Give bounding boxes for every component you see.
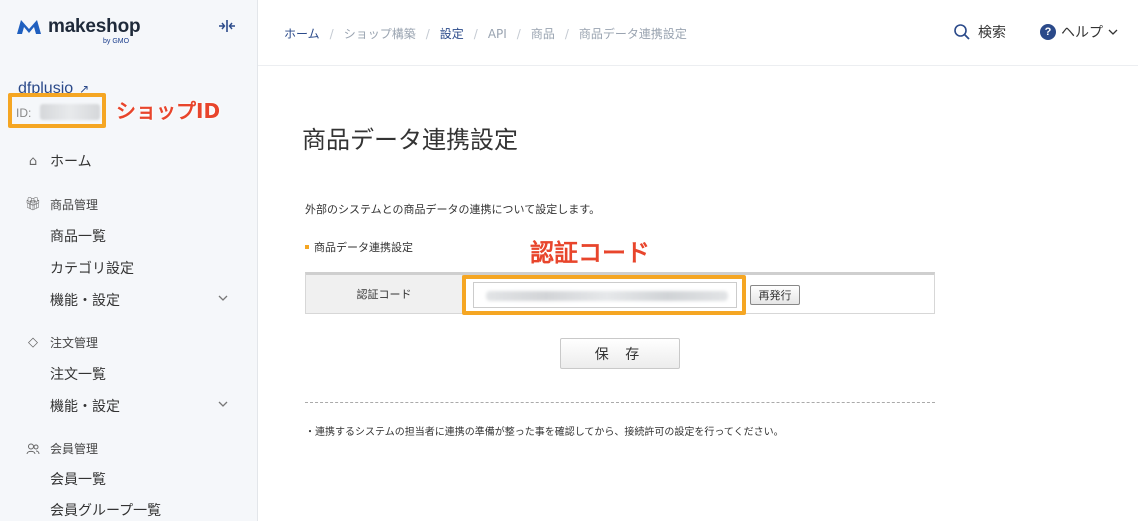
divider bbox=[305, 402, 935, 403]
sidebar-item-category-settings[interactable]: カテゴリ設定 bbox=[50, 258, 134, 278]
chevron-down-icon[interactable] bbox=[218, 399, 228, 409]
home-icon: ⌂ bbox=[28, 153, 38, 169]
sidebar-item-member-group-list[interactable]: 会員グループ一覧 bbox=[50, 500, 161, 520]
shop-name: dfplusio bbox=[18, 80, 74, 93]
auth-code-highlight bbox=[462, 275, 746, 315]
auth-code-annotation: 認証コード bbox=[530, 239, 650, 267]
sidebar-section-orders: ◇ 注文管理 bbox=[26, 334, 98, 351]
shop-id-highlight bbox=[8, 93, 106, 128]
breadcrumb-shop-build: ショップ構築 bbox=[343, 27, 416, 41]
search-label: 検索 bbox=[978, 25, 1006, 41]
sidebar-item-product-features[interactable]: 機能・設定 bbox=[50, 290, 120, 310]
breadcrumb-settings[interactable]: 設定 bbox=[440, 25, 464, 42]
section-heading: 商品データ連携設定 bbox=[305, 239, 413, 255]
sidebar-section-title: 注文管理 bbox=[50, 336, 99, 350]
sidebar: makeshop by GMO dfplusio ↗ ID: ショップID ⌂ ホ… bbox=[0, 0, 258, 521]
sidebar-item-order-list[interactable]: 注文一覧 bbox=[50, 364, 106, 384]
breadcrumb-api: API bbox=[487, 26, 507, 41]
breadcrumb: ホーム / ショップ構築 / 設定 / API / 商品 / 商品データ連携設定 bbox=[284, 25, 687, 42]
brand-sub: by GMO bbox=[103, 38, 130, 45]
breadcrumb-separator: / bbox=[425, 26, 430, 41]
page-title: 商品データ連携設定 bbox=[302, 126, 518, 154]
brand-name: makeshop bbox=[48, 16, 141, 37]
auth-code-label: 認証コード bbox=[306, 275, 463, 313]
sidebar-section-title: 商品管理 bbox=[50, 198, 99, 212]
breadcrumb-separator: / bbox=[473, 26, 478, 41]
setup-note: ・連携するシステムの担当者に連携の準備が整った事を確認してから、接続許可の設定を… bbox=[305, 427, 784, 438]
sidebar-collapse-icon[interactable] bbox=[218, 19, 236, 33]
brand-logo[interactable]: makeshop bbox=[16, 16, 141, 38]
search-button[interactable]: 検索 bbox=[953, 22, 1006, 42]
save-button[interactable]: 保 存 bbox=[560, 338, 680, 369]
breadcrumb-home[interactable]: ホーム bbox=[284, 25, 320, 42]
search-icon bbox=[954, 24, 970, 40]
sidebar-section-title: 会員管理 bbox=[50, 442, 99, 456]
breadcrumb-separator: / bbox=[329, 26, 334, 41]
external-link-icon: ↗ bbox=[79, 82, 90, 93]
chevron-down-icon[interactable] bbox=[218, 293, 228, 303]
help-label: ヘルプ bbox=[1061, 25, 1103, 41]
section-heading-label: 商品データ連携設定 bbox=[314, 241, 413, 254]
tag-icon: ◇ bbox=[28, 335, 38, 350]
shop-id-annotation: ショップID bbox=[116, 99, 221, 123]
sidebar-item-order-features[interactable]: 機能・設定 bbox=[50, 396, 120, 416]
makeshop-logo-icon bbox=[17, 20, 41, 34]
sidebar-item-home[interactable]: ⌂ ホーム bbox=[26, 151, 92, 171]
page-description: 外部のシステムとの商品データの連携について設定します。 bbox=[305, 203, 601, 216]
sidebar-section-products: 🎁︎ 商品管理 bbox=[24, 196, 99, 213]
reissue-button[interactable]: 再発行 bbox=[750, 285, 800, 305]
users-icon bbox=[26, 442, 40, 456]
sidebar-item-label: ホーム bbox=[50, 154, 92, 170]
gift-icon: 🎁︎ bbox=[24, 197, 42, 212]
chevron-down-icon bbox=[1108, 29, 1118, 35]
shop-name-link[interactable]: dfplusio ↗ bbox=[18, 80, 89, 93]
top-header: ホーム / ショップ構築 / 設定 / API / 商品 / 商品データ連携設定… bbox=[258, 0, 1138, 66]
breadcrumb-separator: / bbox=[564, 26, 569, 41]
sidebar-item-member-list[interactable]: 会員一覧 bbox=[50, 469, 106, 489]
section-bullet-icon bbox=[305, 245, 309, 249]
breadcrumb-current: 商品データ連携設定 bbox=[578, 27, 687, 41]
sidebar-section-members: 会員管理 bbox=[26, 440, 98, 457]
help-button[interactable]: ? ヘルプ bbox=[1040, 22, 1118, 42]
sidebar-item-product-list[interactable]: 商品一覧 bbox=[50, 226, 106, 246]
breadcrumb-separator: / bbox=[516, 26, 521, 41]
help-icon: ? bbox=[1040, 24, 1056, 40]
breadcrumb-product: 商品 bbox=[530, 27, 555, 41]
